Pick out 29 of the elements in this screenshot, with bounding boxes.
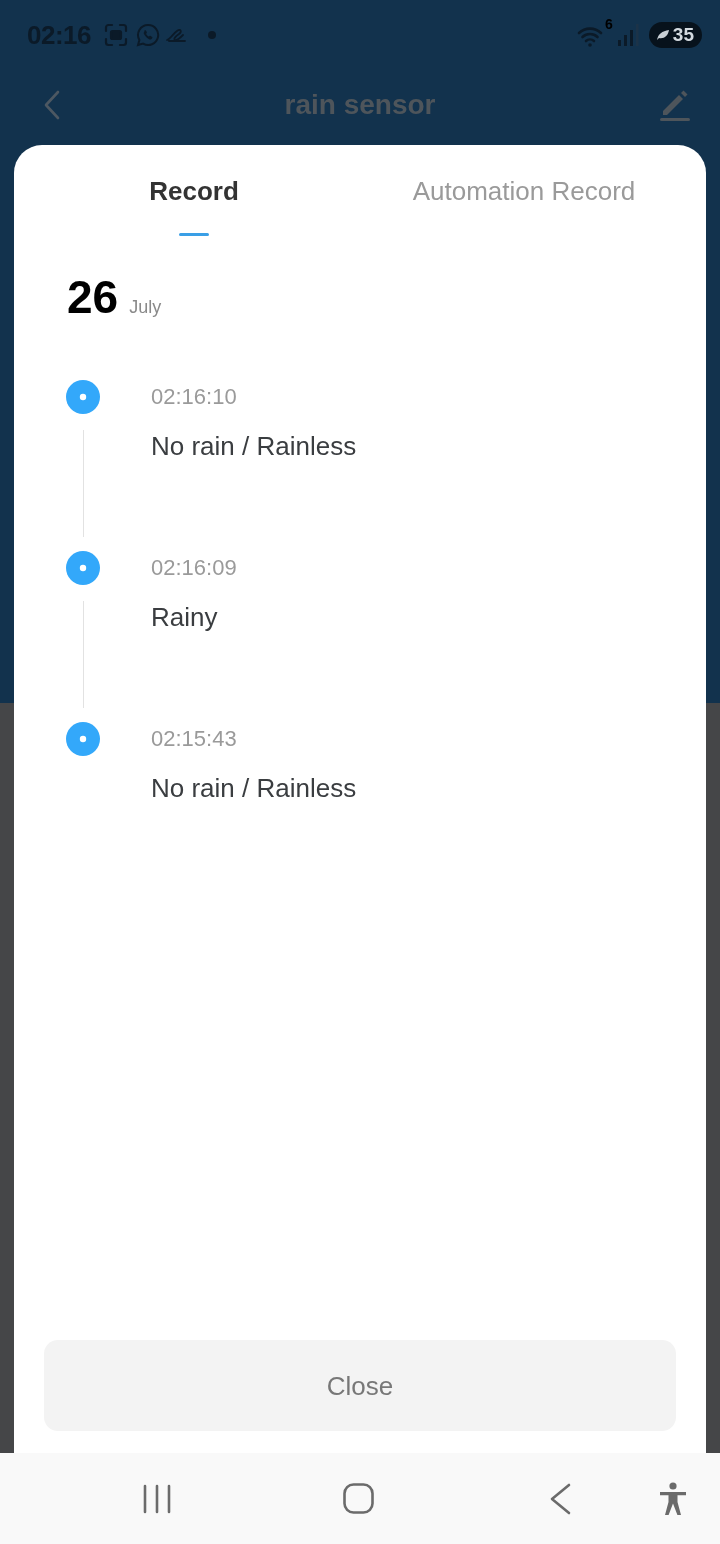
record-text: No rain / Rainless bbox=[151, 772, 357, 804]
tab[interactable]: Automation Record bbox=[374, 145, 674, 237]
battery-level-text: 35 bbox=[672, 24, 694, 46]
notification-dot-icon bbox=[208, 31, 216, 39]
scribble-icon bbox=[165, 27, 189, 43]
timeline-dot-icon bbox=[66, 722, 100, 756]
date-day: 26 bbox=[67, 274, 119, 320]
record-time: 02:15:43 bbox=[151, 725, 238, 753]
back-icon[interactable] bbox=[549, 1482, 571, 1515]
screen-title: rain sensor bbox=[284, 88, 436, 122]
wifi-standard-label: 6 bbox=[605, 17, 613, 31]
accessibility-icon[interactable] bbox=[659, 1481, 687, 1516]
tab-underline bbox=[179, 233, 209, 236]
recent-apps-icon[interactable] bbox=[142, 1483, 172, 1514]
timeline-dot-icon bbox=[66, 380, 100, 414]
record-time: 02:16:10 bbox=[151, 383, 238, 411]
tab[interactable]: Record bbox=[14, 145, 374, 237]
wifi-icon bbox=[576, 25, 603, 47]
record-text: Rainy bbox=[151, 601, 219, 633]
date-month: July bbox=[129, 296, 162, 318]
record-time: 02:16:09 bbox=[151, 554, 237, 582]
screenshot-icon bbox=[104, 23, 128, 47]
record-text: No rain / Rainless bbox=[151, 430, 357, 462]
chat-bubble-icon bbox=[136, 23, 160, 47]
timeline-dot-icon bbox=[66, 551, 100, 585]
signal-icon bbox=[616, 23, 639, 47]
close-button[interactable]: Close bbox=[44, 1340, 676, 1431]
home-icon[interactable] bbox=[343, 1483, 374, 1514]
leaf-icon bbox=[655, 29, 670, 41]
